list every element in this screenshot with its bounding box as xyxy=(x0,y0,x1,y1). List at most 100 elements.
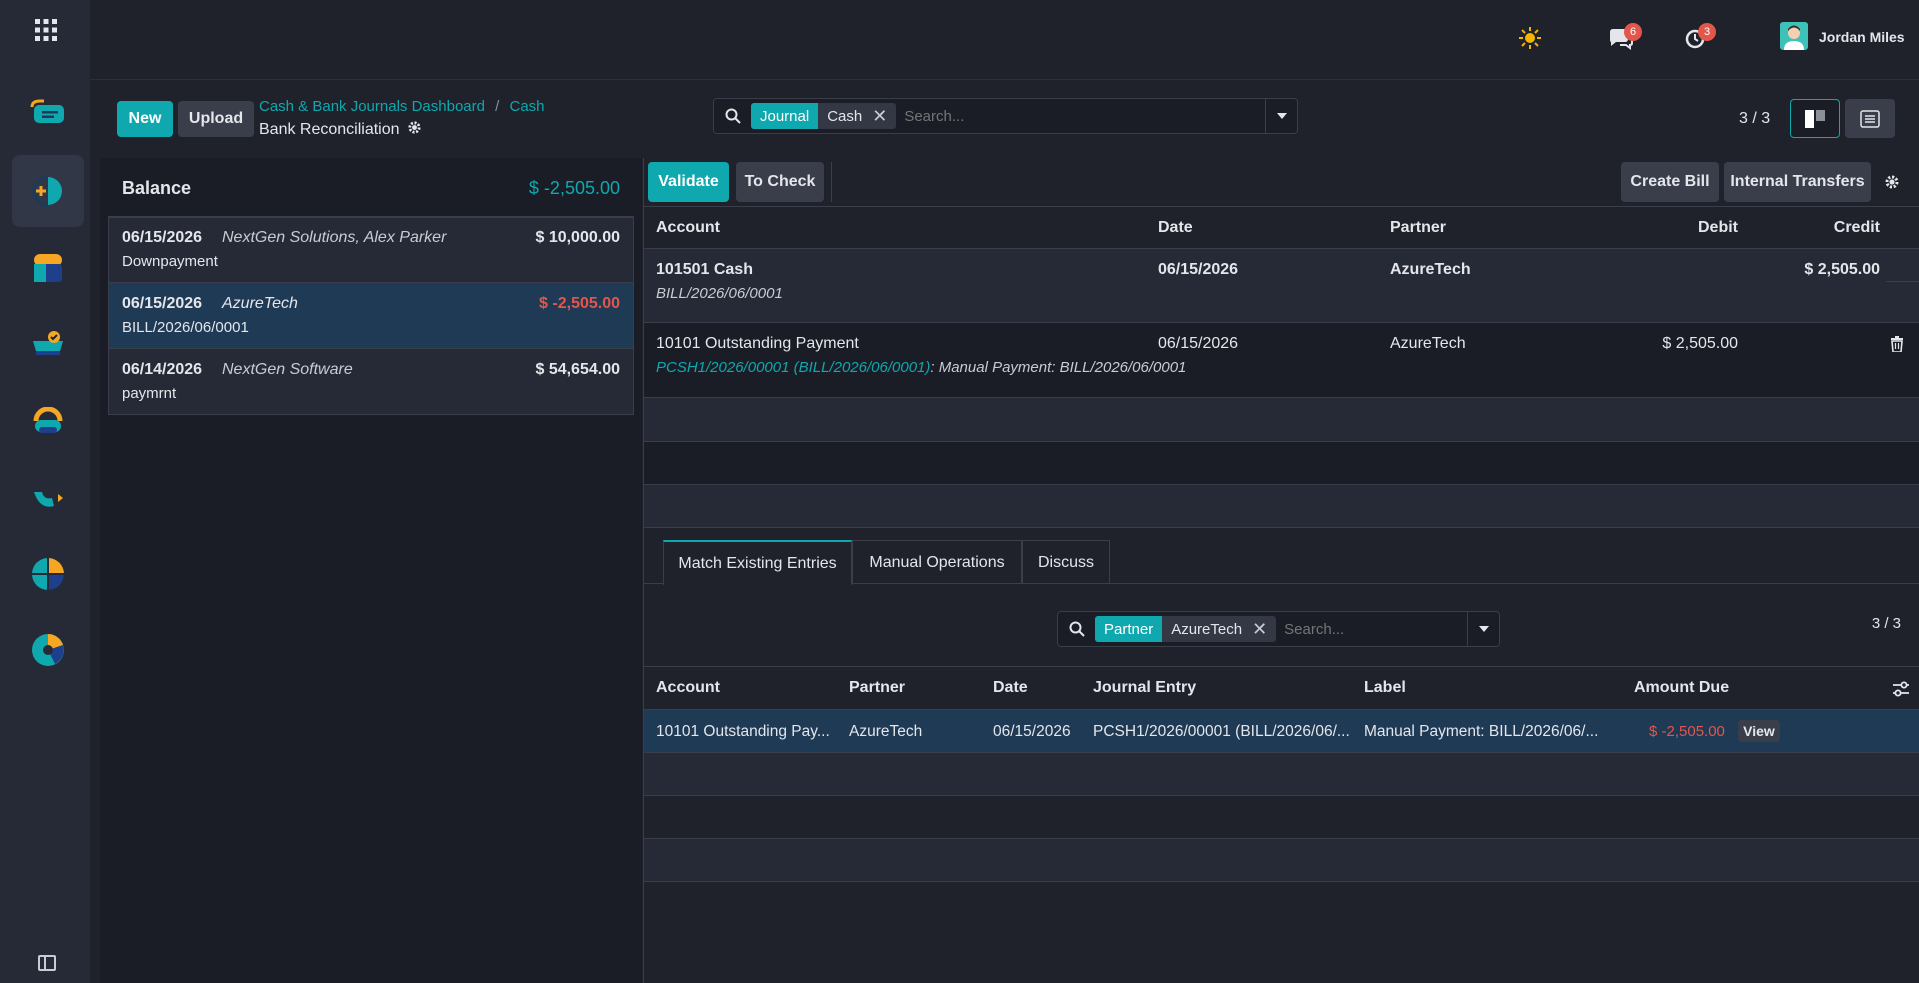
new-button[interactable]: New xyxy=(117,101,173,137)
balance-value: $ -2,505.00 xyxy=(528,178,620,198)
empty-row xyxy=(644,839,1919,882)
match-col-date[interactable]: Date xyxy=(993,679,1028,697)
kanban-view-icon xyxy=(1805,109,1825,128)
match-search-input[interactable] xyxy=(1284,620,1435,638)
pager-value[interactable]: 3 / 3 xyxy=(1739,110,1770,128)
col-date-header[interactable]: Date xyxy=(1158,219,1193,237)
sidebar-toggle-icon[interactable] xyxy=(38,955,56,971)
match-table-row[interactable]: 10101 Outstanding Pay... AzureTech 06/15… xyxy=(644,710,1919,753)
analytics-app-icon[interactable] xyxy=(12,614,84,686)
balance-label: Balance xyxy=(122,178,192,198)
toolbar-divider xyxy=(831,162,832,202)
match-col-amount-due[interactable]: Amount Due xyxy=(1634,679,1729,697)
empty-row xyxy=(644,442,1919,485)
to-check-button[interactable]: To Check xyxy=(736,162,824,202)
entry-partner: AzureTech xyxy=(1390,335,1466,352)
match-cell-date: 06/15/2026 xyxy=(993,723,1071,740)
breadcrumb-dashboard-link[interactable]: Cash & Bank Journals Dashboard xyxy=(259,98,485,115)
entry-credit-input-edge xyxy=(1886,260,1919,282)
chevron-down-icon xyxy=(1479,626,1489,632)
internal-transfers-button[interactable]: Internal Transfers xyxy=(1724,162,1871,202)
list-view-button[interactable] xyxy=(1845,99,1895,138)
entry-account: 10101 Outstanding Payment xyxy=(656,335,859,352)
tab-discuss[interactable]: Discuss xyxy=(1022,540,1110,584)
empty-row xyxy=(644,485,1919,528)
entry-row-bank[interactable]: 101501 Cash BILL/2026/06/0001 06/15/2026… xyxy=(644,249,1919,323)
tab-manual-operations[interactable]: Manual Operations xyxy=(852,540,1022,584)
settings-gear-icon[interactable] xyxy=(407,120,422,140)
search-facet-name: Journal xyxy=(751,103,819,129)
trash-icon[interactable] xyxy=(1890,336,1904,357)
contacts-app-icon[interactable] xyxy=(12,386,84,458)
bank-statement-panel: Balance $ -2,505.00 06/15/2026 NextGen S… xyxy=(100,158,642,983)
match-facet-name: Partner xyxy=(1095,616,1163,642)
remove-facet-icon[interactable]: ✕ xyxy=(872,106,887,127)
match-col-label[interactable]: Label xyxy=(1364,679,1406,697)
invoicing-app-icon[interactable] xyxy=(12,76,84,148)
statement-line-selected[interactable]: 06/15/2026 AzureTech $ -2,505.00 BILL/20… xyxy=(108,283,634,349)
purchase-app-icon[interactable] xyxy=(12,308,84,380)
statement-line-amount: $ 10,000.00 xyxy=(535,229,620,246)
chevron-down-icon xyxy=(1277,113,1287,119)
match-col-partner[interactable]: Partner xyxy=(849,679,905,697)
entries-header-row: Account Date Partner Debit Credit xyxy=(644,207,1919,249)
match-facet: AzureTech ✕ xyxy=(1162,616,1277,642)
statement-line[interactable]: 06/15/2026 NextGen Solutions, Alex Parke… xyxy=(108,217,634,283)
entry-partner: AzureTech xyxy=(1390,261,1471,278)
search-icon xyxy=(725,108,741,124)
app-sidebar xyxy=(0,0,90,983)
messages-count-badge: 6 xyxy=(1624,23,1642,41)
match-facet-value: AzureTech xyxy=(1171,620,1243,638)
search-facet-value: Cash xyxy=(827,107,863,125)
match-pager[interactable]: 3 / 3 xyxy=(1872,615,1901,632)
breadcrumb-cash-link[interactable]: Cash xyxy=(509,98,544,115)
app-grid-icon[interactable] xyxy=(34,18,58,42)
match-search-options-toggle[interactable] xyxy=(1467,611,1500,647)
column-settings-sliders-icon[interactable] xyxy=(1892,681,1910,702)
entry-ref-rest: : Manual Payment: BILL/2026/06/0001 xyxy=(930,359,1187,376)
match-cell-journal-entry: PCSH1/2026/00001 (BILL/2026/06/... xyxy=(1093,723,1350,740)
entry-ref-link[interactable]: PCSH1/2026/00001 (BILL/2026/06/0001) xyxy=(656,359,930,376)
entry-row-counterpart[interactable]: 10101 Outstanding Payment PCSH1/2026/000… xyxy=(644,323,1919,398)
empty-row xyxy=(644,753,1919,796)
match-cell-label: Manual Payment: BILL/2026/06/... xyxy=(1364,723,1599,740)
breadcrumb: Cash & Bank Journals Dashboard / Cash xyxy=(259,98,545,115)
project-app-icon[interactable] xyxy=(12,462,84,534)
match-cell-account: 10101 Outstanding Pay... xyxy=(656,723,830,740)
statement-line-amount: $ 54,654.00 xyxy=(535,361,620,378)
sales-app-icon[interactable] xyxy=(12,232,84,304)
accounting-app-icon[interactable] xyxy=(12,155,84,227)
match-header-row: Account Partner Date Journal Entry Label… xyxy=(644,667,1919,710)
statement-line[interactable]: 06/14/2026 NextGen Software $ 54,654.00 … xyxy=(108,349,634,415)
statement-line-date: 06/15/2026 xyxy=(122,229,203,246)
match-cell-amount-due: $ -2,505.00 xyxy=(1649,723,1725,740)
search-input[interactable] xyxy=(904,107,1205,125)
entry-debit: $ 2,505.00 xyxy=(1662,335,1738,352)
view-button[interactable]: View xyxy=(1738,720,1780,742)
statement-line-label: BILL/2026/06/0001 xyxy=(122,319,249,336)
col-credit-header[interactable]: Credit xyxy=(1834,219,1880,237)
breadcrumb-separator: / xyxy=(495,98,500,115)
create-bill-button[interactable]: Create Bill xyxy=(1621,162,1719,202)
statement-line-date: 06/15/2026 xyxy=(122,295,203,312)
kanban-view-button[interactable] xyxy=(1790,99,1840,138)
page-title: Bank Reconciliation xyxy=(259,121,400,138)
search-options-toggle[interactable] xyxy=(1265,98,1298,134)
theme-toggle-sun-icon[interactable] xyxy=(1518,26,1542,50)
col-account-header[interactable]: Account xyxy=(656,219,720,237)
user-name[interactable]: Jordan Miles xyxy=(1819,29,1905,45)
remove-facet-icon[interactable]: ✕ xyxy=(1252,619,1267,640)
col-debit-header[interactable]: Debit xyxy=(1698,219,1738,237)
match-col-journal-entry[interactable]: Journal Entry xyxy=(1093,679,1196,697)
statement-line-partner: NextGen Software xyxy=(222,361,353,378)
match-col-account[interactable]: Account xyxy=(656,679,720,697)
options-gear-icon[interactable] xyxy=(1884,174,1900,195)
entry-ref: BILL/2026/06/0001 xyxy=(656,285,783,302)
entry-credit: $ 2,505.00 xyxy=(1804,261,1880,278)
dashboard-app-icon[interactable] xyxy=(12,538,84,610)
upload-button[interactable]: Upload xyxy=(178,101,254,137)
col-partner-header[interactable]: Partner xyxy=(1390,219,1446,237)
validate-button[interactable]: Validate xyxy=(648,162,729,202)
user-avatar[interactable] xyxy=(1780,22,1808,50)
tab-match-existing-entries[interactable]: Match Existing Entries xyxy=(663,540,852,585)
